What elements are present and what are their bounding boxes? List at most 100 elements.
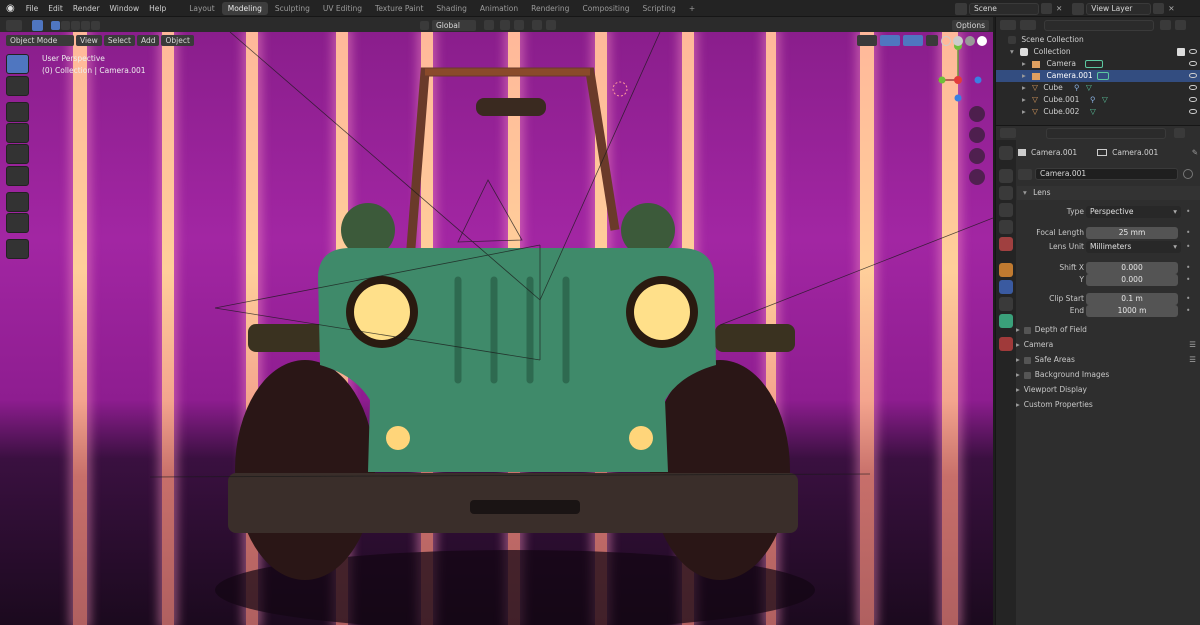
view-layer-tab-icon[interactable] [999,203,1013,217]
outliner-row-cube-002[interactable]: ▸ ▽ Cube.002 ▽ [996,106,1200,118]
eye-icon[interactable] [1189,109,1197,114]
view-layer-icon[interactable] [1072,2,1085,15]
scene-tab-icon[interactable] [999,220,1013,234]
animate-dot-icon[interactable]: • [1186,275,1190,284]
pan-hand-icon[interactable] [969,127,985,143]
expand-icon[interactable]: ▸ [1022,107,1026,116]
eye-icon[interactable] [1189,85,1197,90]
menu-help[interactable]: Help [144,0,171,17]
texture-tab-icon[interactable] [999,337,1013,351]
scale-tool-icon[interactable] [6,144,29,164]
new-collection-icon[interactable] [1175,20,1186,30]
camera-data-icon[interactable] [1018,168,1032,180]
tab-layout[interactable]: Layout [183,2,221,15]
tab-compositing[interactable]: Compositing [576,2,635,15]
jeep-model[interactable] [0,32,993,625]
perspective-grid-icon[interactable] [969,169,985,185]
focal-length-field[interactable]: 25 mm [1086,227,1178,239]
constraints-tab-icon[interactable] [999,297,1013,311]
annotate-tool-icon[interactable] [6,192,29,212]
proportional-edit-icon[interactable] [532,20,542,30]
datablock-name-field[interactable]: Camera.001 [1035,168,1178,180]
proportional-falloff-icon[interactable] [546,20,556,30]
mode-intersect-icon[interactable] [91,20,100,30]
editor-type-icon[interactable] [6,19,22,31]
list-icon[interactable]: ☰ [1189,338,1196,351]
world-tab-icon[interactable] [999,237,1013,251]
snap-target-icon[interactable] [514,20,524,30]
scene-icon[interactable] [955,2,967,15]
tab-rendering[interactable]: Rendering [525,2,575,15]
outliner-row-cube[interactable]: ▸ ▽ Cube ⚲ ▽ [996,82,1200,94]
animate-dot-icon[interactable]: • [1186,228,1190,237]
object-tab-icon[interactable] [999,263,1013,277]
outliner-row-camera[interactable]: ▸ Camera [996,58,1200,70]
material-shading-icon[interactable] [965,35,975,46]
3d-viewport[interactable]: User Perspective (0) Collection | Camera… [0,32,993,625]
fake-user-icon[interactable] [1183,169,1193,179]
checkbox-icon[interactable] [1023,356,1031,364]
menu-add[interactable]: Add [136,35,160,46]
tab-texture-paint[interactable]: Texture Paint [369,2,429,15]
custom-properties-panel[interactable]: ▸ Custom Properties [1016,398,1188,411]
viewport-display-panel[interactable]: ▸ Viewport Display [1016,383,1188,396]
animate-dot-icon[interactable]: • [1186,306,1190,315]
menu-object[interactable]: Object [161,35,194,46]
list-icon[interactable]: ☰ [1189,353,1196,366]
camera-panel[interactable]: ▸ Camera ☰ [1016,338,1196,351]
cursor-tool-icon[interactable] [6,76,29,96]
move-tool-icon[interactable] [6,102,29,122]
overlays-icon[interactable] [903,35,923,46]
clip-start-field[interactable]: 0.1 m [1086,293,1178,305]
type-dropdown[interactable]: Perspective ▾ [1086,206,1181,218]
scene-field[interactable]: Scene [969,2,1039,15]
orientation-icon[interactable] [420,20,429,30]
solid-shading-icon[interactable] [953,35,963,46]
expand-icon[interactable]: ▸ [1022,59,1026,68]
shift-x-field[interactable]: 0.000 [1086,262,1178,274]
tab-modeling[interactable]: Modeling [221,1,268,15]
eye-icon[interactable] [1189,97,1197,102]
add-workspace-button[interactable]: + [683,2,701,15]
mode-new-icon[interactable] [51,20,60,30]
outliner-row-cube-001[interactable]: ▸ ▽ Cube.001 ⚲ ▽ [996,94,1200,106]
render-tab-icon[interactable] [999,169,1013,183]
expand-icon[interactable]: ▾ [1010,47,1014,56]
animate-dot-icon[interactable]: • [1186,263,1190,272]
tab-sculpting[interactable]: Sculpting [269,2,316,15]
pivot-icon[interactable] [484,20,494,30]
orientation-dropdown[interactable]: Global [432,19,476,31]
depth-of-field-panel[interactable]: ▸ Depth of Field [1016,323,1188,336]
blender-logo-icon[interactable]: ◉ [6,3,15,14]
display-mode-icon[interactable] [1020,20,1036,30]
tab-animation[interactable]: Animation [474,2,524,15]
menu-view[interactable]: View [76,35,102,46]
add-cube-tool-icon[interactable] [6,239,29,259]
eye-icon[interactable] [1189,49,1197,54]
checkbox-icon[interactable] [1023,371,1031,379]
mode-subtract-icon[interactable] [71,20,80,30]
tab-shading[interactable]: Shading [430,2,472,15]
outliner-search-input[interactable] [1044,19,1154,31]
gizmo-icon[interactable] [880,35,900,46]
filter-icon[interactable] [1160,20,1171,30]
output-tab-icon[interactable] [999,186,1013,200]
animate-dot-icon[interactable]: • [1186,207,1190,216]
select-tool-icon[interactable] [6,54,29,74]
clip-end-field[interactable]: 1000 m [1086,305,1178,317]
animate-dot-icon[interactable]: • [1186,242,1190,251]
rotate-tool-icon[interactable] [6,123,29,143]
mode-extend-icon[interactable] [61,20,70,30]
camera-view-icon[interactable] [969,148,985,164]
eye-icon[interactable] [1189,61,1197,66]
expand-icon[interactable]: ▸ [1022,83,1026,92]
visibility-icon[interactable] [857,35,877,46]
xray-icon[interactable] [926,35,938,46]
zoom-icon[interactable] [969,106,985,122]
checkbox-icon[interactable] [1023,326,1031,334]
background-images-panel[interactable]: ▸ Background Images [1016,368,1188,381]
mode-invert-icon[interactable] [81,20,90,30]
eye-icon[interactable] [1189,73,1197,78]
tab-uv-editing[interactable]: UV Editing [317,2,368,15]
expand-icon[interactable]: ▸ [1022,71,1026,80]
